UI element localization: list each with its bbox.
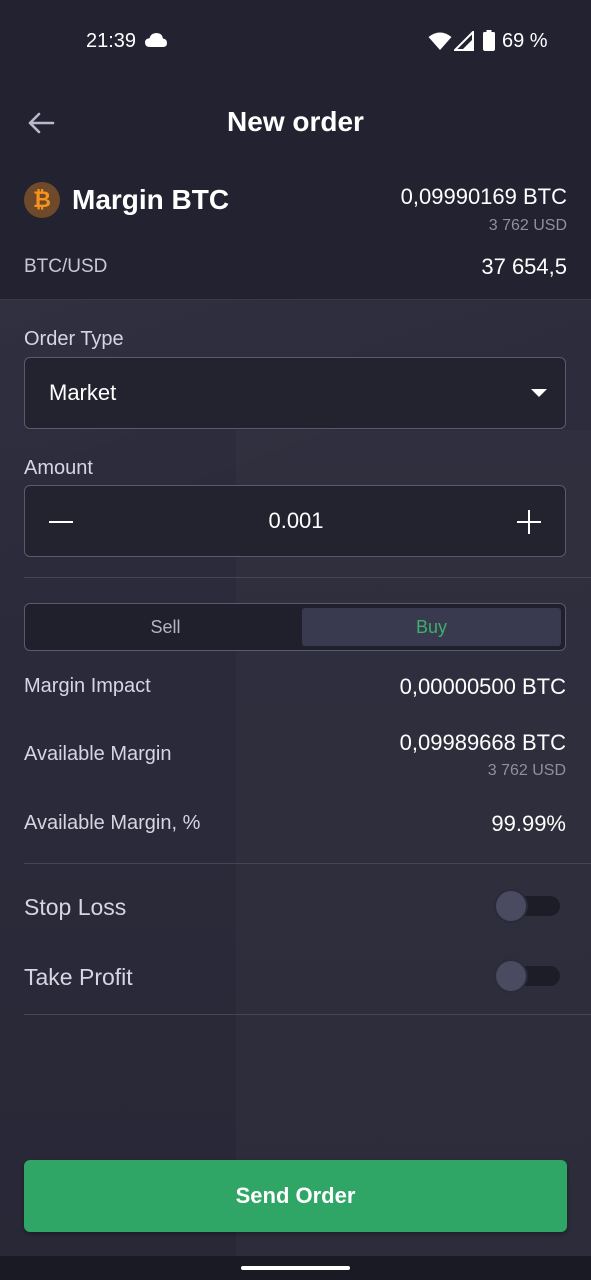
available-margin-value: 0,09989668 BTC (399, 730, 566, 755)
take-profit-label: Take Profit (24, 964, 133, 990)
cloud-icon (145, 33, 167, 47)
amount-stepper (24, 485, 566, 557)
account-row: ₿ Margin BTC 0,09990169 BTC 3 762 USD (24, 180, 567, 240)
minus-icon[interactable] (47, 508, 75, 536)
divider (24, 863, 591, 864)
battery-percent: 69 % (502, 30, 548, 52)
amount-input[interactable] (105, 504, 487, 538)
page-title: New order (227, 106, 364, 137)
margin-impact-label: Margin Impact (24, 675, 151, 697)
divider (24, 577, 591, 578)
buy-tab[interactable]: Buy (302, 608, 561, 646)
take-profit-switch[interactable] (494, 959, 562, 993)
sell-tab[interactable]: Sell (29, 608, 302, 646)
send-order-button[interactable]: Send Order (24, 1160, 567, 1232)
system-nav-bar (0, 1256, 591, 1280)
margin-impact-value: 0,00000500 BTC (399, 674, 566, 699)
order-type-select[interactable]: Market (24, 357, 566, 429)
signal-icon (454, 31, 474, 51)
order-header-panel: 21:39 69 % New order ₿ Margin BTC 0,0999… (0, 0, 591, 300)
account-name: Margin BTC (72, 184, 230, 215)
battery-icon (483, 30, 495, 51)
background-decoration-panel (236, 430, 591, 1280)
pair-row: BTC/USD 37 654,5 (24, 254, 567, 284)
account-balance: 0,09990169 BTC (400, 184, 567, 209)
order-type-label: Order Type (24, 328, 124, 350)
status-time: 21:39 (86, 30, 137, 52)
available-margin-label: Available Margin (24, 743, 172, 765)
order-type-value: Market (49, 380, 117, 405)
top-nav: New order (0, 96, 591, 152)
available-margin-usd: 3 762 USD (487, 762, 566, 779)
home-indicator[interactable] (241, 1266, 350, 1270)
pair-price: 37 654,5 (481, 254, 567, 279)
side-toggle: Sell Buy (24, 603, 566, 651)
new-order-screen: 21:39 69 % New order ₿ Margin BTC 0,0999… (0, 0, 591, 1280)
bitcoin-symbol: ₿ (33, 187, 51, 212)
switch-thumb (494, 889, 528, 923)
account-balance-usd: 3 762 USD (488, 217, 567, 234)
available-margin-pct-value: 99.99% (491, 811, 566, 836)
amount-label: Amount (24, 457, 93, 479)
switch-thumb (494, 959, 528, 993)
wifi-icon (428, 32, 452, 50)
pair-name: BTC/USD (24, 256, 108, 277)
plus-icon[interactable] (515, 508, 543, 536)
available-margin-pct-label: Available Margin, % (24, 812, 201, 834)
stop-loss-label: Stop Loss (24, 894, 127, 920)
divider (24, 1014, 591, 1015)
status-bar: 21:39 69 % (0, 0, 591, 84)
stop-loss-switch[interactable] (494, 889, 562, 923)
bitcoin-icon: ₿ (24, 182, 60, 218)
caret-down-icon[interactable] (531, 389, 547, 397)
